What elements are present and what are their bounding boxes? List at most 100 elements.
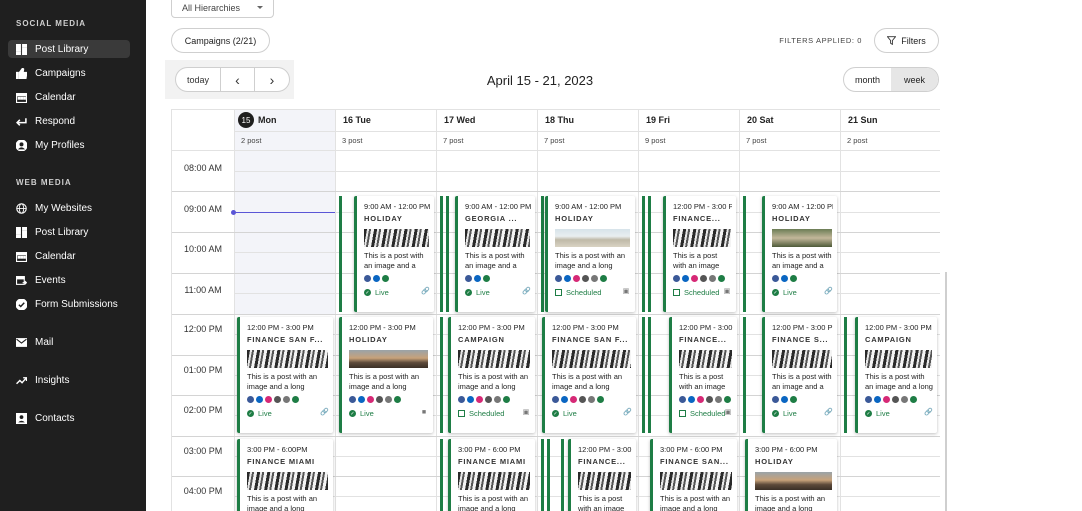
day-header-mon[interactable]: 15 Mon <box>234 109 335 131</box>
link-icon: 🔗 <box>421 288 430 295</box>
social-icons <box>865 396 917 403</box>
event-time: 12:00 PM - 3:00 PM <box>247 323 314 332</box>
event-card[interactable]: 3:00 PM - 6:00PM FINANCE MIAMI This is a… <box>237 439 333 511</box>
sidebar-item-label: My Profiles <box>35 139 85 151</box>
day-header-thu[interactable]: 18 Thu <box>537 109 638 131</box>
time-label: 01:00 PM <box>183 365 223 375</box>
status-badge: ✓ Live <box>865 409 890 418</box>
status-badge: Scheduled <box>458 409 504 418</box>
status-badge: ✓ Live <box>772 288 797 297</box>
week-view-button[interactable]: week <box>891 68 938 91</box>
sidebar-item-post-library[interactable]: Post Library <box>8 40 130 58</box>
time-label: 09:00 AM <box>183 204 223 214</box>
sidebar-item-web-post-library[interactable]: Post Library <box>8 223 130 241</box>
event-card[interactable]: 12:00 PM - 3:00 PM CAMPAIGN This is a po… <box>855 317 937 433</box>
event-card[interactable]: 12:00 PM - 3:00 PM FINANCE S... This is … <box>762 317 837 433</box>
prev-week-button[interactable]: ‹ <box>221 68 255 91</box>
day-header-tue[interactable]: 16 Tue <box>335 109 436 131</box>
event-card[interactable]: 3:00 PM - 6:00 PM FINANCE SAN... This is… <box>650 439 737 511</box>
event-text: This is a post with an image and a long … <box>660 494 731 511</box>
event-time: 3:00 PM - 6:00 PM <box>660 445 723 454</box>
current-time-dot <box>231 210 236 215</box>
sidebar-item-web-calendar[interactable]: Calendar <box>8 247 130 265</box>
status-badge: Scheduled <box>673 288 719 297</box>
linkedin-icon <box>474 275 481 282</box>
event-time: 12:00 PM - 3:00 PM <box>679 323 733 332</box>
post-thumbnail <box>247 472 328 490</box>
sidebar-item-my-websites[interactable]: My Websites <box>8 199 130 217</box>
social-icons <box>555 275 607 282</box>
event-title: CAMPAIGN <box>458 335 505 344</box>
sidebar-item-label: Calendar <box>35 91 76 103</box>
social-icons <box>465 275 490 282</box>
event-title: HOLIDAY <box>364 214 403 223</box>
event-card[interactable]: 12:00 PM - 3:00 PM FINANCE... This is a … <box>669 317 737 433</box>
event-title: HOLIDAY <box>349 335 388 344</box>
event-card[interactable]: 12:00 PM - 3:00 PM FINANCE SAN F... This… <box>237 317 333 433</box>
event-title: FINANCE SAN F... <box>552 335 629 344</box>
day-header-sat[interactable]: 20 Sat <box>739 109 840 131</box>
globe-icon <box>16 202 27 214</box>
filters-applied-label: FILTERS APPLIED: 0 <box>779 36 862 45</box>
social-icons <box>247 396 299 403</box>
facebook-icon <box>364 275 371 282</box>
event-card[interactable]: 9:00 AM - 12:00 PM HOLIDAY This is a pos… <box>545 196 635 312</box>
event-time: 12:00 PM - 3:00 PM <box>673 202 732 211</box>
image-icon: ▣ <box>723 288 731 295</box>
day-header-fri[interactable]: 19 Fri <box>638 109 739 131</box>
event-time: 9:00 AM - 12:00 PM <box>465 202 531 211</box>
day-label: Mon <box>258 115 277 125</box>
day-header-wed[interactable]: 17 Wed <box>436 109 537 131</box>
sidebar-item-form-submissions[interactable]: Form Submissions <box>8 295 130 313</box>
event-card[interactable]: 12:00 PM - 3:00 PM FINANCE... This is a … <box>663 196 736 312</box>
week-calendar-grid: 15 Mon 16 Tue 17 Wed 18 Thu 19 Fri 20 Sa… <box>171 109 940 511</box>
check-icon: ✓ <box>552 410 559 417</box>
day-header-sun[interactable]: 21 Sun <box>840 109 940 131</box>
event-card[interactable]: 3:00 PM - 6:00 PM HOLIDAY This is a post… <box>745 439 837 511</box>
event-card[interactable]: 12:00 PM - 3:00 PM FINANCE... This is a … <box>568 439 636 511</box>
overlap-stripe <box>541 439 544 511</box>
calendar-scrollbar[interactable] <box>945 272 947 511</box>
today-button[interactable]: today <box>176 68 221 91</box>
event-card[interactable]: 3:00 PM - 6:00 PM FINANCE MIAMI This is … <box>448 439 535 511</box>
overlap-stripe <box>541 196 544 312</box>
event-card[interactable]: 9:00 AM - 12:00 PM HOLIDAY This is a pos… <box>354 196 434 312</box>
social-media-heading: SOCIAL MEDIA <box>16 19 87 28</box>
event-text: This is a post with an image and a long … <box>349 372 420 391</box>
event-card[interactable]: 12:00 PM - 3:00 PM CAMPAIGN This is a po… <box>448 317 535 433</box>
sidebar-item-events[interactable]: Events <box>8 271 130 289</box>
status-badge: ✓ Live <box>364 288 389 297</box>
sidebar-item-insights[interactable]: Insights <box>8 371 130 389</box>
post-thumbnail <box>772 229 832 247</box>
sidebar-item-my-profiles[interactable]: My Profiles <box>8 136 130 154</box>
caret-down-icon <box>257 6 263 9</box>
video-icon: ■ <box>421 409 427 416</box>
hierarchy-select-value: All Hierarchies <box>182 3 241 13</box>
sidebar-item-mail[interactable]: Mail <box>8 333 130 351</box>
event-card[interactable]: 12:00 PM - 3:00 PM HOLIDAY This is a pos… <box>339 317 433 433</box>
post-thumbnail <box>679 350 732 368</box>
event-text: This is a post with an image and a long … <box>772 372 832 391</box>
event-card[interactable]: 9:00 AM - 12:00 PM GEORGIA ... This is a… <box>455 196 535 312</box>
sidebar-item-respond[interactable]: Respond <box>8 112 130 130</box>
sidebar-item-calendar[interactable]: Calendar <box>8 88 130 106</box>
event-text: This is a post with an image and a long … <box>865 372 933 391</box>
event-time: 3:00 PM - 6:00PM <box>247 445 308 454</box>
event-text: This is a post with an image and a long … <box>364 251 424 270</box>
event-card[interactable]: 12:00 PM - 3:00 PM FINANCE SAN F... This… <box>542 317 636 433</box>
filters-button[interactable]: Filters <box>874 28 939 53</box>
event-text: This is a post with an image and a long … <box>465 251 525 270</box>
hierarchy-select[interactable]: All Hierarchies <box>171 0 274 18</box>
link-icon: 🔗 <box>320 409 329 416</box>
event-card[interactable]: 9:00 AM - 12:00 PM HOLIDAY This is a pos… <box>762 196 837 312</box>
overlap-stripe <box>648 196 651 312</box>
sidebar-item-contacts[interactable]: Contacts <box>8 409 130 427</box>
event-text: This is a post with an image and a long … <box>247 494 318 511</box>
next-week-button[interactable]: › <box>255 68 289 91</box>
month-view-button[interactable]: month <box>844 68 891 91</box>
event-text: This is a post with an image and a long … <box>458 372 529 391</box>
campaigns-button[interactable]: Campaigns (2/21) <box>171 28 270 53</box>
post-count-wed: 7 post <box>443 136 464 145</box>
sidebar-item-campaigns[interactable]: Campaigns <box>8 64 130 82</box>
post-count-sun: 2 post <box>847 136 868 145</box>
